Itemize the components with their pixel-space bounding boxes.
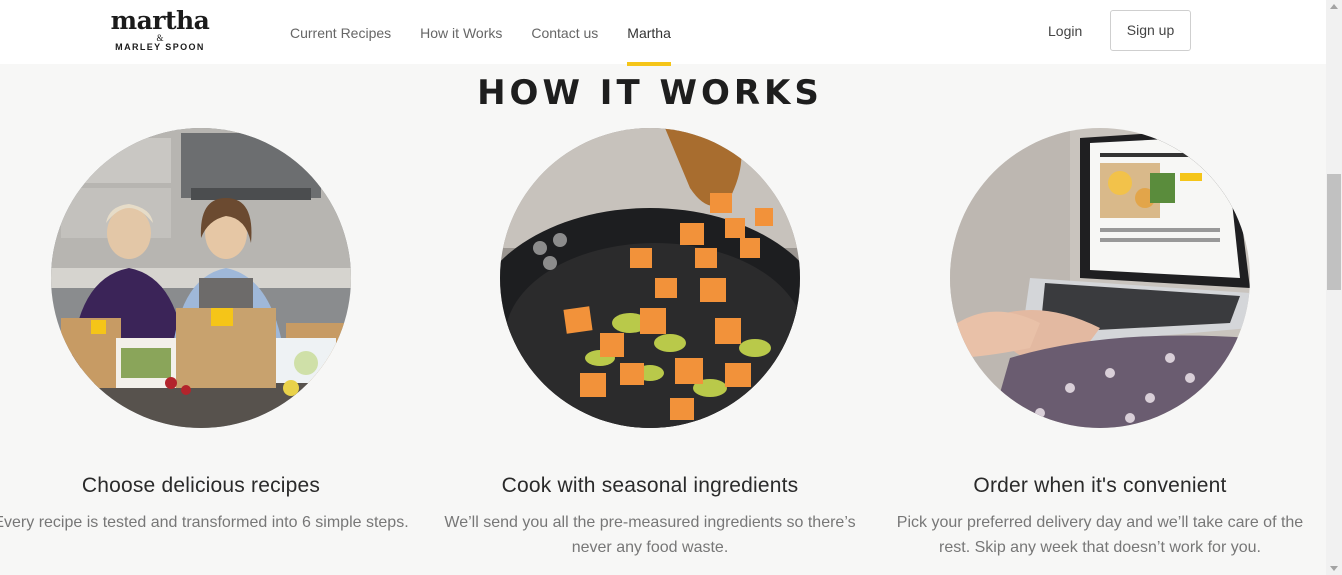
step-title: Choose delicious recipes bbox=[81, 474, 321, 497]
step-description: Pick your preferred delivery day and we’… bbox=[896, 514, 1304, 556]
site-header: martha & MARLEY SPOON Current Recipes Ho… bbox=[0, 0, 1326, 66]
logo-wordmark: martha bbox=[110, 6, 210, 35]
scroll-down-arrow-icon[interactable] bbox=[1330, 566, 1338, 571]
logo-ampersand: & bbox=[156, 33, 164, 43]
step-description: Every recipe is tested and transformed i… bbox=[0, 514, 409, 531]
laptop-ordering-photo bbox=[950, 128, 1250, 428]
skillet-cooking-photo bbox=[500, 128, 800, 428]
logo-subtitle: MARLEY SPOON bbox=[115, 42, 205, 52]
page-scrollbar[interactable] bbox=[1326, 0, 1342, 575]
nav-how-it-works[interactable]: How it Works bbox=[420, 0, 502, 64]
nav-current-recipes[interactable]: Current Recipes bbox=[290, 0, 391, 64]
step-cook-seasonal: Cook with seasonal ingredients We’ll sen… bbox=[430, 128, 870, 560]
login-link[interactable]: Login bbox=[1048, 0, 1082, 62]
step-choose-recipes: Choose delicious recipes Every recipe is… bbox=[0, 128, 421, 535]
signup-button[interactable]: Sign up bbox=[1110, 10, 1191, 51]
main-nav: Current Recipes How it Works Contact us … bbox=[290, 0, 700, 66]
nav-contact-us[interactable]: Contact us bbox=[531, 0, 598, 64]
page-title: HOW IT WORKS bbox=[477, 73, 823, 113]
scroll-up-arrow-icon[interactable] bbox=[1330, 4, 1338, 9]
step-description: We’ll send you all the pre-measured ingr… bbox=[444, 514, 856, 556]
scrollbar-thumb[interactable] bbox=[1327, 174, 1341, 290]
step-title: Order when it's convenient bbox=[973, 474, 1227, 497]
martha-marley-spoon-logo[interactable]: martha & MARLEY SPOON bbox=[110, 8, 210, 56]
martha-kitchen-photo bbox=[51, 128, 351, 428]
step-title: Cook with seasonal ingredients bbox=[501, 474, 799, 497]
nav-martha[interactable]: Martha bbox=[627, 0, 671, 66]
step-order-convenient: Order when it's convenient Pick your pre… bbox=[880, 128, 1320, 560]
